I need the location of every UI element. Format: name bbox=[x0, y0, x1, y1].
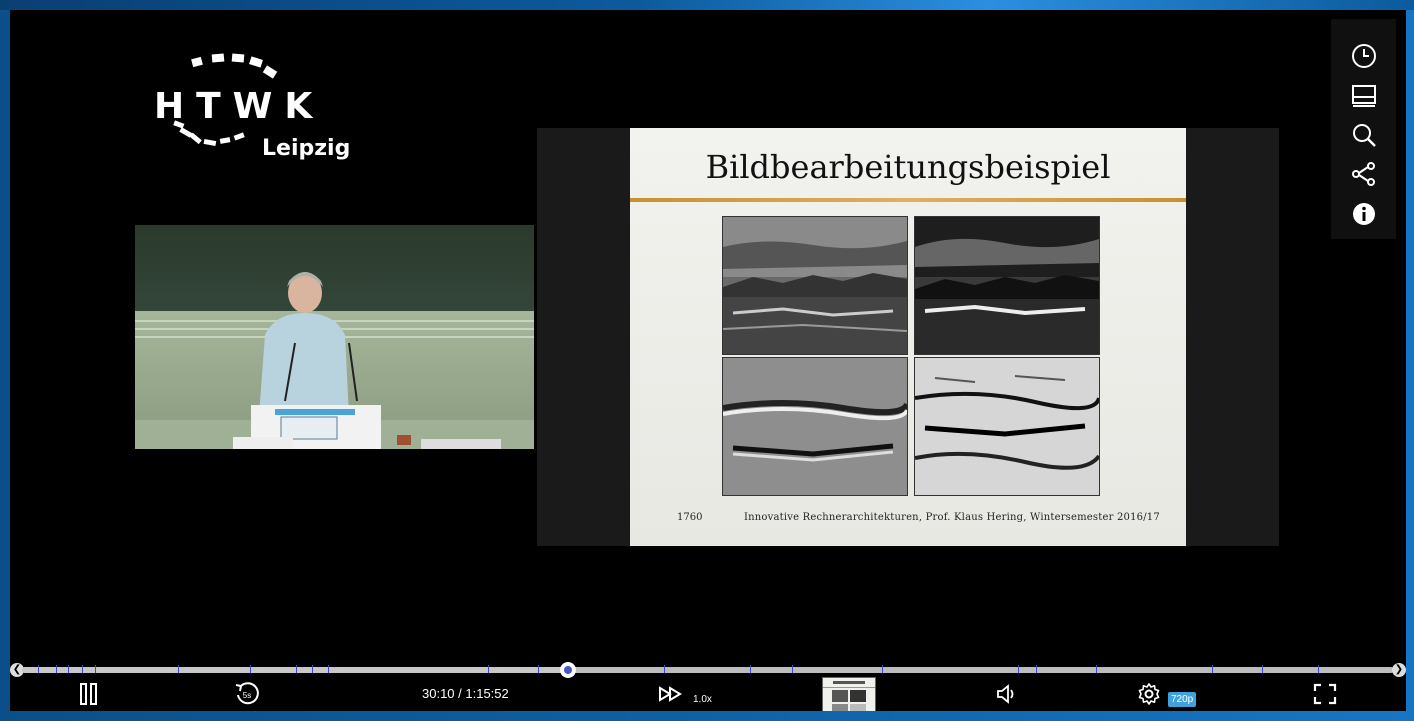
chapter-marker[interactable] bbox=[1318, 665, 1319, 673]
fullscreen-icon bbox=[1313, 683, 1337, 705]
playback-speed-button[interactable] bbox=[656, 679, 686, 709]
skip-back-label: 5s bbox=[243, 691, 251, 700]
search-icon[interactable] bbox=[1349, 120, 1379, 150]
chapter-marker[interactable] bbox=[792, 665, 793, 673]
chapter-marker[interactable] bbox=[538, 665, 539, 673]
progress-bar[interactable]: ❮ ❯ bbox=[10, 662, 1406, 678]
chapter-marker[interactable] bbox=[750, 665, 751, 673]
playback-rate[interactable]: 1.0x bbox=[693, 694, 712, 705]
rewind-5-icon: 5s bbox=[235, 682, 259, 705]
chapter-marker[interactable] bbox=[1018, 665, 1019, 673]
logo-city: Leipzig bbox=[262, 136, 351, 161]
pause-button[interactable] bbox=[74, 679, 104, 709]
volume-icon bbox=[997, 684, 1014, 704]
slide-image-enhanced bbox=[914, 216, 1100, 355]
volume-button[interactable] bbox=[992, 679, 1022, 709]
chapter-marker[interactable] bbox=[68, 665, 69, 673]
chapter-marker[interactable] bbox=[178, 665, 179, 673]
chapter-marker[interactable] bbox=[1212, 665, 1213, 673]
control-bar: 5s 30:10 / 1:15:52 1.0x 720p bbox=[10, 677, 1406, 711]
chapter-marker[interactable] bbox=[1262, 665, 1263, 673]
speaker-video-frame bbox=[135, 225, 534, 449]
jump-end-icon[interactable]: ❯ bbox=[1392, 663, 1406, 677]
layout-icon[interactable] bbox=[1349, 81, 1379, 111]
slide-image-gradient bbox=[722, 357, 908, 496]
chapter-marker[interactable] bbox=[296, 665, 297, 673]
chapter-marker[interactable] bbox=[38, 665, 39, 673]
htwk-logo: HTWK Leipzig bbox=[150, 50, 370, 170]
slide-image-edges bbox=[914, 357, 1100, 496]
logo-word: HTWK bbox=[154, 86, 325, 127]
slide: Bildbearbeitungsbeispiel 1760 Innovative… bbox=[630, 128, 1186, 546]
chapter-marker[interactable] bbox=[56, 665, 57, 673]
chapter-marker[interactable] bbox=[664, 665, 665, 673]
video-player[interactable]: HTWK Leipzig Bildbearbeitungsbeispiel 17… bbox=[10, 10, 1406, 711]
chapter-marker[interactable] bbox=[95, 665, 96, 673]
chapter-marker[interactable] bbox=[882, 665, 883, 673]
chapter-marker[interactable] bbox=[312, 665, 313, 673]
clock-icon[interactable] bbox=[1349, 41, 1379, 71]
slide-video[interactable]: Bildbearbeitungsbeispiel 1760 Innovative… bbox=[537, 128, 1279, 546]
pause-icon bbox=[80, 683, 97, 705]
time-display: 30:10 / 1:15:52 bbox=[422, 686, 509, 701]
settings-button[interactable] bbox=[1134, 679, 1164, 709]
slide-page-number: 1760 bbox=[677, 512, 703, 523]
window-frame bbox=[0, 0, 1414, 10]
slide-image-original bbox=[722, 216, 908, 355]
speaker-video[interactable] bbox=[135, 225, 534, 449]
slide-title: Bildbearbeitungsbeispiel bbox=[705, 148, 1111, 186]
slide-thumbnail-button[interactable] bbox=[822, 677, 876, 711]
share-icon[interactable] bbox=[1349, 159, 1379, 189]
info-icon[interactable] bbox=[1349, 199, 1379, 229]
slide-footer: Innovative Rechnerarchitekturen, Prof. K… bbox=[744, 512, 1160, 523]
fullscreen-button[interactable] bbox=[1310, 679, 1340, 709]
slide-divider bbox=[630, 198, 1186, 202]
quality-badge[interactable]: 720p bbox=[1168, 692, 1197, 707]
chapter-marker[interactable] bbox=[328, 665, 329, 673]
chapter-marker[interactable] bbox=[488, 665, 489, 673]
chapter-marker[interactable] bbox=[1036, 665, 1037, 673]
fast-forward-icon bbox=[659, 686, 682, 702]
chapter-marker[interactable] bbox=[1096, 665, 1097, 673]
progress-thumb[interactable] bbox=[559, 662, 576, 678]
chapter-marker[interactable] bbox=[82, 665, 83, 673]
gear-icon bbox=[1138, 683, 1160, 705]
progress-track[interactable] bbox=[22, 662, 1394, 678]
skip-back-button[interactable]: 5s bbox=[232, 679, 262, 709]
progress-played bbox=[22, 667, 568, 673]
side-menu bbox=[1331, 19, 1396, 239]
slide-thumbnail bbox=[823, 678, 875, 711]
chapter-marker[interactable] bbox=[250, 665, 251, 673]
